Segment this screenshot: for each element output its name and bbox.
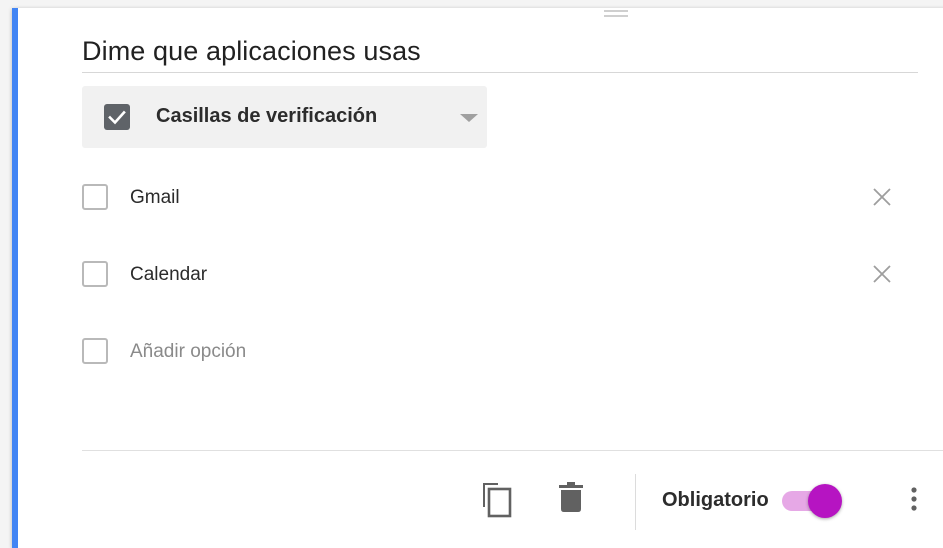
checkbox-checked-icon <box>104 104 130 130</box>
more-vert-icon[interactable] <box>904 485 924 515</box>
copy-icon[interactable] <box>480 480 514 523</box>
footer-separator <box>635 474 636 530</box>
add-option-input[interactable]: Añadir opción <box>130 341 246 363</box>
option-label[interactable]: Calendar <box>130 264 207 286</box>
footer-divider <box>82 450 943 451</box>
option-checkbox <box>82 184 108 210</box>
required-toggle[interactable] <box>782 484 842 518</box>
close-icon[interactable] <box>870 185 894 209</box>
question-type-dropdown[interactable]: Casillas de verificación <box>82 86 487 148</box>
option-checkbox <box>82 338 108 364</box>
toggle-thumb <box>808 484 842 518</box>
close-icon[interactable] <box>870 262 894 286</box>
add-option-row[interactable]: Añadir opción <box>82 338 902 372</box>
chevron-down-icon <box>460 114 478 122</box>
trash-icon[interactable] <box>559 482 583 517</box>
title-underline <box>82 72 918 73</box>
required-label: Obligatorio <box>662 489 769 511</box>
option-row: Calendar <box>82 261 902 295</box>
active-card-accent <box>12 8 18 548</box>
option-row: Gmail <box>82 184 902 218</box>
question-type-label: Casillas de verificación <box>156 105 378 127</box>
option-checkbox <box>82 261 108 287</box>
question-title[interactable]: Dime que aplicaciones usas <box>82 36 421 67</box>
drag-handle-icon[interactable] <box>604 10 628 18</box>
option-label[interactable]: Gmail <box>130 187 180 209</box>
